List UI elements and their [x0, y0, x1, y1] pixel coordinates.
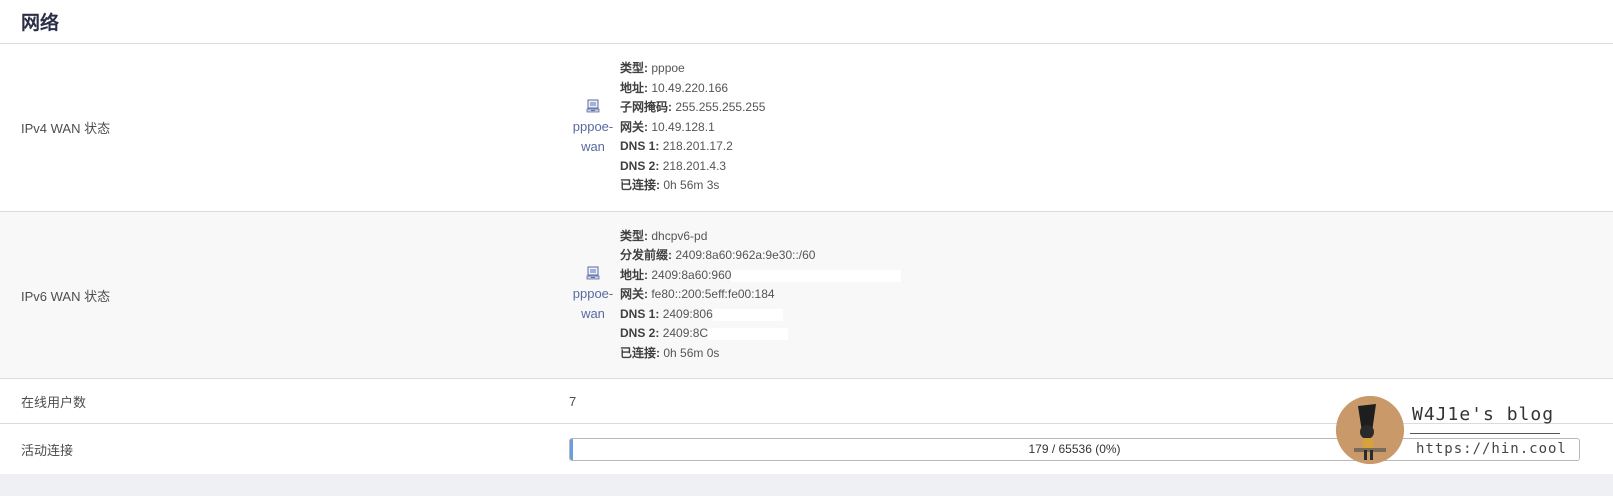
- ipv4-interface-name-1: pppoe-: [572, 118, 614, 134]
- detail-key: 已连接:: [620, 345, 660, 360]
- detail-value: dhcpv6-pd: [651, 228, 708, 243]
- detail-value: 218.201.17.2: [662, 139, 733, 154]
- detail-key: 子网掩码:: [620, 100, 672, 115]
- detail-key: 类型:: [620, 228, 648, 243]
- detail-value: 255.255.255.255: [675, 100, 766, 115]
- avatar-illustration: [1336, 396, 1404, 464]
- detail-line: 已连接: 0h 56m 0s: [620, 344, 901, 364]
- ipv4-wan-status-value: pppoe- wan 类型: pppoe 地址: 10.49.220.166 子…: [569, 44, 1613, 211]
- watermark-divider: [1410, 433, 1560, 434]
- detail-key: 网关:: [620, 119, 648, 134]
- detail-value: 10.49.220.166: [651, 80, 729, 95]
- redacted-block: [712, 308, 783, 321]
- ipv6-wan-status-row: IPv6 WAN 状态 pppoe- wan 类型: dhcpv6-pd 分发前…: [0, 212, 1613, 379]
- detail-value: 0h 56m 3s: [663, 178, 720, 193]
- detail-value: 2409:8a60:960: [651, 267, 732, 282]
- detail-line: 类型: pppoe: [620, 59, 765, 79]
- network-interface-icon: [586, 99, 600, 112]
- detail-line: 地址: 10.49.220.166: [620, 79, 765, 99]
- detail-value: pppoe: [651, 61, 685, 76]
- section-title: 网络: [0, 0, 1613, 44]
- detail-line: 已连接: 0h 56m 3s: [620, 176, 765, 196]
- ipv4-wan-status-row: IPv4 WAN 状态 pppoe- wan 类型: pppoe 地址: 10.…: [0, 44, 1613, 212]
- ipv6-interface-name-2: wan: [581, 306, 605, 321]
- detail-value: 2409:806: [662, 306, 713, 321]
- detail-line: DNS 1: 2409:806: [620, 305, 901, 325]
- active-connections-label: 活动连接: [21, 442, 74, 458]
- ipv6-interface-name-1: pppoe-: [572, 286, 614, 301]
- online-users-label: 在线用户数: [21, 394, 87, 410]
- detail-value: fe80::200:5eff:fe00:184: [651, 287, 775, 302]
- detail-line: 网关: 10.49.128.1: [620, 118, 765, 138]
- footer-strip: [0, 474, 1613, 496]
- ipv6-details: 类型: dhcpv6-pd 分发前缀: 2409:8a60:962a:9e30:…: [620, 227, 902, 364]
- redacted-block: [708, 328, 789, 341]
- detail-key: 已连接:: [620, 178, 660, 193]
- detail-key: 分发前缀:: [620, 248, 672, 263]
- detail-line: 分发前缀: 2409:8a60:962a:9e30::/60: [620, 246, 901, 266]
- detail-line: DNS 1: 218.201.17.2: [620, 137, 765, 157]
- watermark-avatar: [1336, 396, 1404, 464]
- redacted-block: [731, 269, 902, 282]
- progress-fill: [570, 438, 573, 460]
- detail-line: 子网掩码: 255.255.255.255: [620, 98, 765, 118]
- detail-key: 网关:: [620, 287, 648, 302]
- detail-key: 类型:: [620, 61, 648, 76]
- ipv6-wan-status-label: IPv6 WAN 状态: [21, 288, 111, 304]
- detail-key: DNS 2:: [620, 326, 660, 341]
- progress-text: 179 / 65536 (0%): [1028, 442, 1121, 456]
- detail-line: DNS 2: 2409:8C: [620, 324, 901, 344]
- detail-line: 网关: fe80::200:5eff:fe00:184: [620, 285, 901, 305]
- detail-line: 类型: dhcpv6-pd: [620, 227, 901, 247]
- detail-key: DNS 1:: [620, 306, 660, 321]
- ipv4-interface-name-2: wan: [581, 138, 605, 154]
- detail-key: DNS 1:: [620, 139, 660, 154]
- detail-line: 地址: 2409:8a60:960: [620, 266, 902, 286]
- network-interface-icon: [586, 266, 600, 280]
- detail-key: 地址:: [620, 267, 648, 282]
- ipv4-interface-link[interactable]: pppoe- wan: [569, 99, 617, 157]
- ipv4-wan-status-label: IPv4 WAN 状态: [21, 121, 111, 136]
- detail-line: DNS 2: 218.201.4.3: [620, 157, 765, 177]
- ipv6-interface-link[interactable]: pppoe- wan: [569, 266, 617, 324]
- watermark-title: W4J1e's blog: [1412, 404, 1555, 425]
- detail-value: 2409:8C: [662, 326, 709, 341]
- detail-key: DNS 2:: [620, 158, 660, 173]
- watermark-url: https://hin.cool: [1416, 441, 1567, 457]
- detail-value: 10.49.128.1: [651, 119, 715, 134]
- ipv6-wan-status-value: pppoe- wan 类型: dhcpv6-pd 分发前缀: 2409:8a60…: [569, 212, 1613, 378]
- ipv4-details: 类型: pppoe 地址: 10.49.220.166 子网掩码: 255.25…: [620, 59, 765, 196]
- detail-key: 地址:: [620, 80, 648, 95]
- blog-watermark: W4J1e's blog https://hin.cool: [1336, 396, 1613, 466]
- detail-value: 2409:8a60:962a:9e30::/60: [675, 248, 816, 263]
- detail-value: 0h 56m 0s: [663, 345, 720, 360]
- detail-value: 218.201.4.3: [662, 158, 727, 173]
